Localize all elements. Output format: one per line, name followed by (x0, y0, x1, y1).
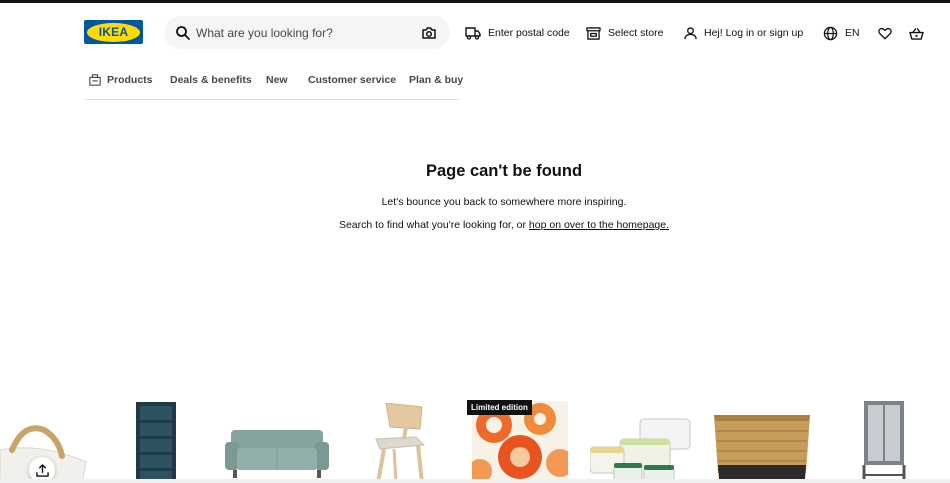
nav-item-products[interactable]: Products (89, 74, 153, 86)
user-icon (684, 26, 697, 39)
postal-code-button[interactable]: Enter postal code (465, 24, 570, 42)
globe-icon (823, 26, 838, 40)
main-nav: Products Deals & benefits New Customer s… (84, 66, 463, 100)
page-title: Page can't be found (425, 162, 583, 180)
limited-edition-badge: Limited edition (467, 400, 532, 415)
select-store-button[interactable]: Select store (586, 24, 663, 42)
postal-code-label: Enter postal code (488, 27, 570, 39)
product-chair-image[interactable] (366, 403, 430, 483)
nav-item-label: Plan & buy (409, 74, 464, 86)
camera-icon[interactable] (421, 25, 437, 41)
nav-item-customer-service[interactable]: Customer service (308, 74, 396, 86)
basket-icon (908, 27, 924, 40)
search-input[interactable] (196, 23, 406, 43)
search-hint-text: Search to find what you're looking for, … (338, 219, 529, 231)
nav-item-plan-buy[interactable]: Plan & buy (409, 74, 463, 86)
nav-item-label: Deals & benefits (170, 74, 252, 86)
basket-button[interactable] (907, 24, 925, 42)
nav-item-deals[interactable]: Deals & benefits (170, 74, 252, 86)
nav-item-label: Products (107, 74, 153, 86)
message-line: Let's bounce you back to somewhere more … (381, 196, 627, 208)
product-cabinet-image[interactable] (860, 401, 908, 483)
nav-item-label: Customer service (308, 74, 397, 86)
logo-oval: IKEA (87, 22, 140, 42)
language-button[interactable]: EN (823, 24, 860, 42)
heart-icon (878, 27, 892, 39)
bottom-scrollbar[interactable] (0, 479, 950, 483)
products-box-icon (89, 74, 101, 86)
product-containers-image[interactable] (590, 415, 694, 483)
language-label: EN (845, 27, 860, 39)
homepage-link[interactable]: hop on over to the homepage. (529, 219, 669, 231)
select-store-label: Select store (608, 27, 664, 39)
store-icon (586, 26, 601, 40)
nav-item-label: New (266, 74, 288, 86)
login-label: Hej! Log in or sign up (704, 27, 804, 39)
top-border (0, 0, 950, 3)
upload-icon (35, 463, 49, 477)
search-hint: Search to find what you're looking for, … (0, 219, 950, 231)
nav-item-new[interactable]: New (266, 74, 288, 86)
product-basket-image[interactable] (710, 409, 814, 483)
product-bookcase-image[interactable] (134, 402, 178, 483)
favourites-button[interactable] (876, 24, 894, 42)
search-icon[interactable] (175, 25, 191, 41)
logo-text: IKEA (98, 25, 129, 39)
ikea-logo[interactable]: IKEA (84, 20, 143, 44)
search-bar[interactable] (164, 16, 450, 49)
login-button[interactable]: Hej! Log in or sign up (684, 24, 803, 42)
product-sofa-image[interactable] (225, 428, 329, 480)
truck-icon (465, 27, 481, 40)
